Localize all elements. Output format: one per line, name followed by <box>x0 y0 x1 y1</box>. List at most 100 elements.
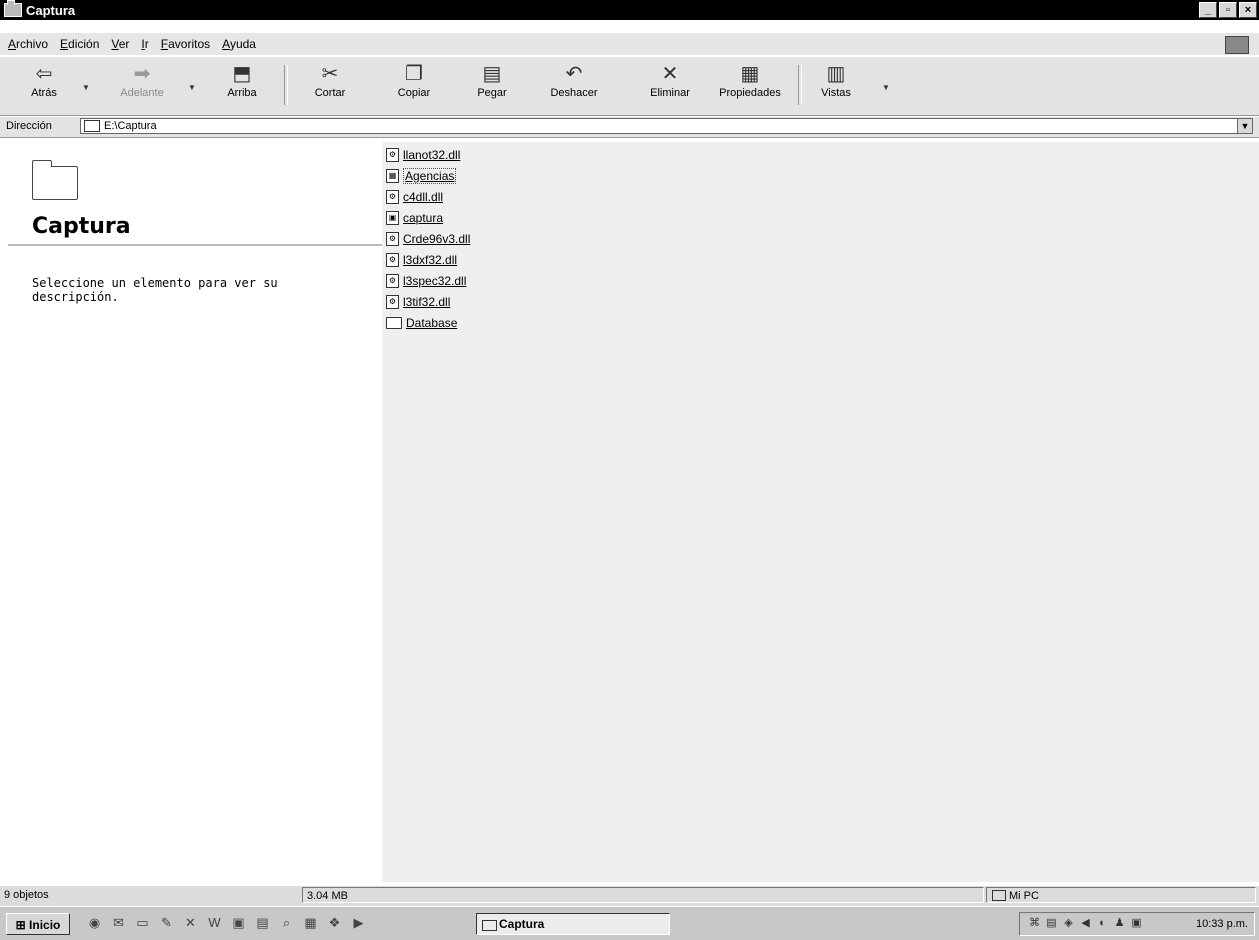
menu-bar: Archivo Edición Ver Ir Favoritos Ayuda <box>0 33 1259 55</box>
copy-button[interactable]: ❐ Copiar <box>384 63 444 111</box>
task-label: Captura <box>499 917 545 931</box>
start-button[interactable]: ⊞ Inicio <box>6 913 70 935</box>
dll-icon: ⚙ <box>386 252 399 267</box>
printer-icon[interactable]: ▤ <box>1045 917 1058 930</box>
delete-button[interactable]: ✕ Eliminar <box>640 63 700 111</box>
folder-icon <box>4 0 22 17</box>
properties-icon: ▦ <box>740 63 760 85</box>
address-field[interactable]: E:\Captura ▼ <box>80 118 1253 134</box>
title-bar: Captura _ ▫ × <box>0 0 1259 20</box>
quick-launch: ◉ ✉ ▭ ✎ ✕ W ▣ ▤ ⌕ ▦ ❖ ▶ <box>86 914 367 931</box>
status-bar: 9 objetos 3.04 MB Mi PC <box>0 886 1259 906</box>
views-icon: ▥ <box>826 63 846 85</box>
menu-favoritos[interactable]: Favoritos <box>161 37 210 51</box>
window-controls: _ ▫ × <box>1199 2 1257 18</box>
paste-label: Pegar <box>477 87 507 99</box>
copy-icon: ❐ <box>405 63 423 85</box>
maximize-button[interactable]: ▫ <box>1219 2 1237 18</box>
status-location: Mi PC <box>986 887 1256 903</box>
word-icon[interactable]: W <box>206 914 223 931</box>
file-item[interactable]: ▣ captura <box>386 207 470 228</box>
file-list-pane[interactable]: ⚙ llanot32.dll ▦ Agencias ⚙ c4dll.dll ▣ … <box>382 142 1259 882</box>
taskbar-window-button[interactable]: Captura <box>476 913 670 935</box>
file-name: l3spec32.dll <box>403 273 467 288</box>
desktop-icon[interactable]: ▭ <box>134 914 151 931</box>
volume-icon[interactable]: ◀ <box>1079 917 1092 930</box>
address-label: Dirección <box>6 120 52 132</box>
file-name: Database <box>406 315 458 330</box>
up-label: Arriba <box>227 87 257 99</box>
dll-icon: ⚙ <box>386 294 399 309</box>
monitor-icon[interactable]: ▣ <box>1130 917 1143 930</box>
file-name: llanot32.dll <box>403 147 461 162</box>
globe-icon[interactable]: ◐ <box>1096 917 1109 930</box>
scissors-icon: ✂ <box>321 63 339 85</box>
file-item[interactable]: Database <box>386 312 470 333</box>
up-button[interactable]: ⬒ Arriba <box>212 63 272 111</box>
clock: 10:33 p.m. <box>1196 918 1248 930</box>
media-icon[interactable]: ▣ <box>230 914 247 931</box>
file-item[interactable]: ▦ Agencias <box>386 165 470 186</box>
forward-dropdown-icon[interactable]: ▼ <box>188 83 196 92</box>
views-dropdown-icon[interactable]: ▼ <box>882 83 890 92</box>
toolbar-separator <box>798 65 802 105</box>
dll-icon: ⚙ <box>386 189 399 204</box>
back-arrow-icon: ⇦ <box>35 63 53 85</box>
delete-x-icon: ✕ <box>661 63 679 85</box>
address-dropdown-icon[interactable]: ▼ <box>1237 119 1252 133</box>
excel-icon[interactable]: ✕ <box>182 914 199 931</box>
executable-icon: ▣ <box>386 210 399 225</box>
folder-title: Captura <box>32 214 131 239</box>
file-name: Agencias <box>403 167 457 184</box>
cut-button[interactable]: ✂ Cortar <box>300 63 360 111</box>
properties-button[interactable]: ▦ Propiedades <box>712 63 788 111</box>
views-label: Vistas <box>821 87 851 99</box>
dll-icon: ⚙ <box>386 231 399 246</box>
file-item[interactable]: ⚙ llanot32.dll <box>386 144 470 165</box>
app-icon[interactable]: ❖ <box>326 914 343 931</box>
large-folder-icon <box>32 160 78 200</box>
file-item[interactable]: ⚙ l3spec32.dll <box>386 270 470 291</box>
address-bar: Dirección E:\Captura ▼ <box>0 117 1259 138</box>
file-item[interactable]: ⚙ c4dll.dll <box>386 186 470 207</box>
windows-logo-icon <box>1225 36 1249 54</box>
back-button[interactable]: ⇦ Atrás <box>14 63 74 111</box>
file-item[interactable]: ⚙ l3tif32.dll <box>386 291 470 312</box>
play-icon[interactable]: ▶ <box>350 914 367 931</box>
browser-icon[interactable]: ◉ <box>86 914 103 931</box>
cut-label: Cortar <box>314 87 346 99</box>
paste-button[interactable]: ▤ Pegar <box>462 63 522 111</box>
folder-info-pane: Captura Seleccione un elemento para ver … <box>8 142 382 882</box>
undo-icon: ↶ <box>565 63 583 85</box>
database-file-icon: ▦ <box>386 168 399 183</box>
file-item[interactable]: ⚙ l3dxf32.dll <box>386 249 470 270</box>
back-dropdown-icon[interactable]: ▼ <box>82 83 90 92</box>
minimize-button[interactable]: _ <box>1199 2 1217 18</box>
address-value: E:\Captura <box>104 120 157 132</box>
forward-button[interactable]: ➡ Adelante <box>112 63 172 111</box>
computer-icon <box>992 890 1006 901</box>
undo-button[interactable]: ↶ Deshacer <box>544 63 604 111</box>
status-object-count: 9 objetos <box>4 889 49 901</box>
shield-icon[interactable]: ◈ <box>1062 917 1075 930</box>
file-item[interactable]: ⚙ Crde96v3.dll <box>386 228 470 249</box>
toolbar-separator <box>284 65 288 105</box>
calculator-icon[interactable]: ▦ <box>302 914 319 931</box>
menu-edicion[interactable]: Edición <box>60 37 99 51</box>
tray-icons: ⌘ ▤ ◈ ◀ ◐ ♟ ▣ <box>1028 917 1143 930</box>
edit-icon[interactable]: ✎ <box>158 914 175 931</box>
runner-icon[interactable]: ♟ <box>1113 917 1126 930</box>
folder-description: Seleccione un elemento para ver su descr… <box>32 276 278 304</box>
network-icon[interactable]: ⌘ <box>1028 917 1041 930</box>
views-button[interactable]: ▥ Vistas <box>806 63 866 111</box>
file-name: Crde96v3.dll <box>403 231 471 246</box>
close-button[interactable]: × <box>1239 2 1257 18</box>
menu-archivo[interactable]: Archivo <box>8 37 48 51</box>
outlook-icon[interactable]: ✉ <box>110 914 127 931</box>
menu-ayuda[interactable]: Ayuda <box>222 37 256 51</box>
status-location-label: Mi PC <box>1009 890 1039 902</box>
window-icon[interactable]: ▤ <box>254 914 271 931</box>
menu-ver[interactable]: Ver <box>111 37 129 51</box>
search-icon[interactable]: ⌕ <box>278 914 295 931</box>
menu-ir[interactable]: Ir <box>141 37 148 51</box>
